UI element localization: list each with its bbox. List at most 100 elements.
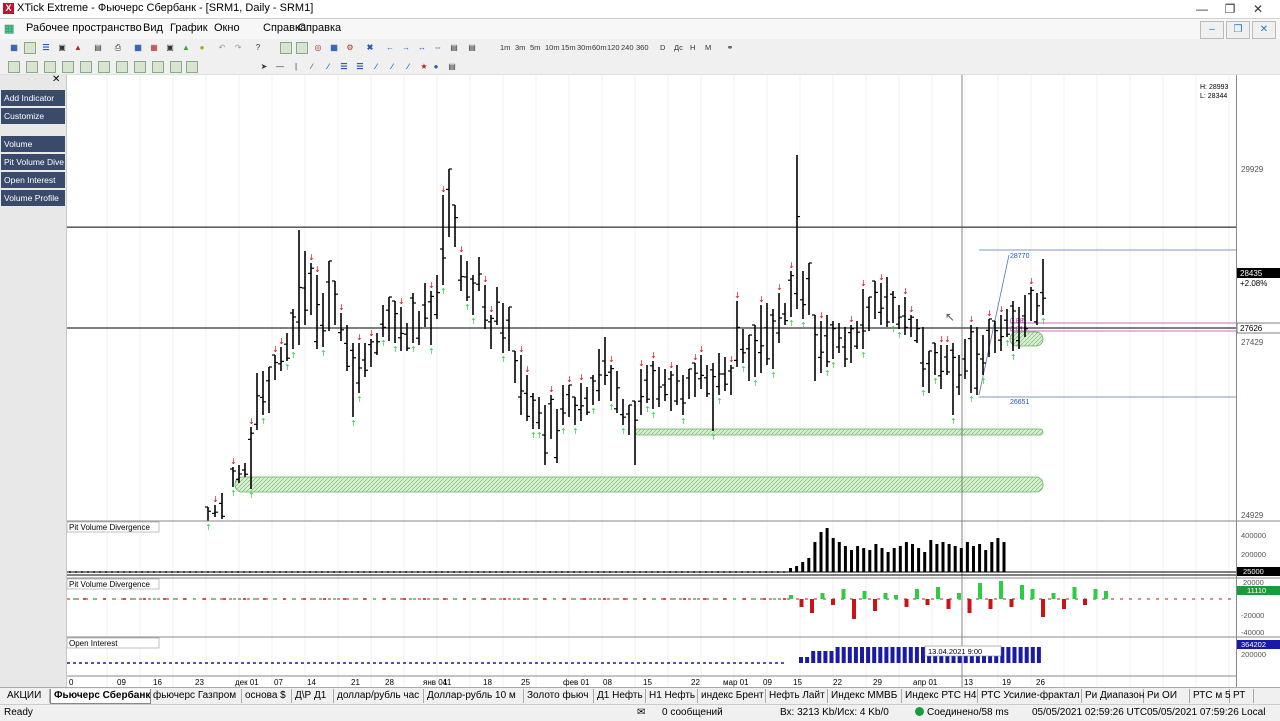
workspace-tab[interactable]: H1 Нефть [646,689,698,703]
workspace-tab[interactable]: РТ [1230,689,1254,703]
redo-icon[interactable]: ↷ [232,42,244,54]
erase-icon[interactable]: ▤ [446,61,458,73]
bar-settings-icon[interactable]: ▤ [448,42,460,54]
tf-60m[interactable]: 60m [592,42,607,54]
gann-icon[interactable]: ∕ [386,61,398,73]
fibo-ext-icon[interactable]: ☰ [354,61,366,73]
angle-icon[interactable]: ∕ [402,61,414,73]
workspace-tab[interactable]: РТС Усилие-фрактал [978,689,1082,703]
palette-icon[interactable]: ● [430,61,442,73]
new-chart-icon[interactable]: ▦ [8,42,20,54]
mdi-minimize-icon[interactable]: – [1200,21,1224,39]
arrow-right-icon[interactable]: → [400,42,412,54]
tf-m[interactable]: M [705,42,711,54]
workspace-tab[interactable]: индекс Брент [698,689,766,703]
grid-icon[interactable]: ▦ [132,42,144,54]
indicator5-icon[interactable] [80,61,92,73]
tf-ds[interactable]: Дс [674,42,683,54]
volume-profile-button[interactable]: Volume Profile [1,190,65,206]
print-preview-icon[interactable]: ▤ [92,42,104,54]
hline-icon[interactable]: — [274,61,286,73]
marker-icon[interactable]: ★ [418,61,430,73]
bulb-icon[interactable]: ● [196,42,208,54]
indicator11-icon[interactable] [186,61,198,73]
workspace-tab[interactable]: фьючерс Газпром [150,689,242,703]
indicator7-icon[interactable] [116,61,128,73]
menu-workspace[interactable]: Рабочее пространство [26,22,142,34]
workspace-tab[interactable]: РТС м 5 [1190,689,1231,703]
fibo-icon[interactable]: ☰ [338,61,350,73]
indicator4-icon[interactable] [62,61,74,73]
scale-icon[interactable] [296,42,308,54]
zoom-icon[interactable] [280,42,292,54]
pit-volume-div-button[interactable]: Pit Volume Dive [1,154,65,170]
print-icon[interactable]: ⎙ [112,42,124,54]
link-icon[interactable]: ⚭ [724,42,736,54]
mdi-restore-icon[interactable]: ❐ [1226,21,1250,39]
indicator6-icon[interactable] [98,61,110,73]
expand-icon[interactable]: ↔ [416,42,428,54]
vline-icon[interactable]: | [290,61,302,73]
workspace-tab[interactable]: Д\Р Д1 [292,689,334,703]
workspace-tab[interactable]: Ри ОИ [1144,689,1190,703]
table-icon[interactable]: ▦ [148,42,160,54]
add-indicator-button[interactable]: Add Indicator [1,90,65,106]
workspace-tab[interactable]: Индекс РТС H4 [902,689,978,703]
tf-30m[interactable]: 30m [577,42,592,54]
menu-system[interactable]: Окно [214,22,240,34]
tf-3m[interactable]: 3m [515,42,525,54]
close-icon[interactable]: ✕ [1244,0,1272,18]
tf-10m[interactable]: 10m [545,42,560,54]
indicator2-icon[interactable] [26,61,38,73]
chart-icon[interactable] [24,42,36,54]
workspace-tab[interactable]: Фьючерс Сбербанк [50,689,151,704]
calculator-icon[interactable]: ▣ [164,42,176,54]
help-icon[interactable]: ? [252,42,264,54]
list-icon[interactable]: ☰ [40,42,52,54]
workspace-tab[interactable]: Индекс ММВБ [828,689,902,703]
workspace-tab[interactable]: АКЦИИ [4,689,50,703]
compress-icon[interactable]: ⇔ [432,42,444,54]
tf-d[interactable]: D [660,42,665,54]
workspace-tab[interactable]: доллар/рубль час [334,689,424,703]
indicator10-icon[interactable] [170,61,182,73]
workspace-tab[interactable]: Ри Диапазон [1082,689,1144,703]
arrow-left-icon[interactable]: ← [384,42,396,54]
tf-240[interactable]: 240 [621,42,634,54]
workspace-tab[interactable]: основа $ [242,689,292,703]
undo-icon[interactable]: ↶ [216,42,228,54]
menu-view[interactable]: Вид [143,22,163,34]
workspace-tab[interactable]: Доллар-рубль 10 м [424,689,524,703]
indicator3-icon[interactable] [44,61,56,73]
target-icon[interactable]: ◎ [312,42,324,54]
panel-close-icon[interactable]: ✕ [52,75,62,85]
tf-15m[interactable]: 15m [561,42,576,54]
mdi-close-icon[interactable]: ✕ [1252,21,1276,39]
price-chart[interactable]: 287700.380.50.61826651H: 28993L: 28344↑↓… [66,75,1236,687]
volume-button[interactable]: Volume [1,136,65,152]
tf-1m[interactable]: 1m [500,42,510,54]
settings-icon[interactable]: ⚙ [344,42,356,54]
tf-360[interactable]: 360 [636,42,649,54]
triangle-icon[interactable]: ▲ [180,42,192,54]
tf-5m[interactable]: 5m [530,42,540,54]
restore-icon[interactable]: ❐ [1216,0,1244,18]
channel-icon[interactable]: ∕ [322,61,334,73]
indicator8-icon[interactable] [134,61,146,73]
customize-button[interactable]: Customize [1,108,65,124]
alert-icon[interactable]: ▲ [72,42,84,54]
minimize-icon[interactable]: — [1188,0,1216,18]
workspace-tab[interactable]: Нефть Лайт [766,689,828,703]
cross-icon[interactable]: ✖ [364,42,376,54]
trendline-icon[interactable]: ∕ [306,61,318,73]
pitchfork-icon[interactable]: ∕ [370,61,382,73]
workspace-tab[interactable]: Д1 Нефть [594,689,646,703]
compare-icon[interactable]: ▦ [328,42,340,54]
workspace-tab[interactable]: Золото фьюч [524,689,594,703]
indicator9-icon[interactable] [152,61,164,73]
cursor-icon[interactable]: ➤ [258,61,270,73]
open-interest-button[interactable]: Open Interest [1,172,65,188]
indicator-icon[interactable] [8,61,20,73]
save-icon[interactable]: ▣ [56,42,68,54]
tf-120[interactable]: 120 [607,42,620,54]
